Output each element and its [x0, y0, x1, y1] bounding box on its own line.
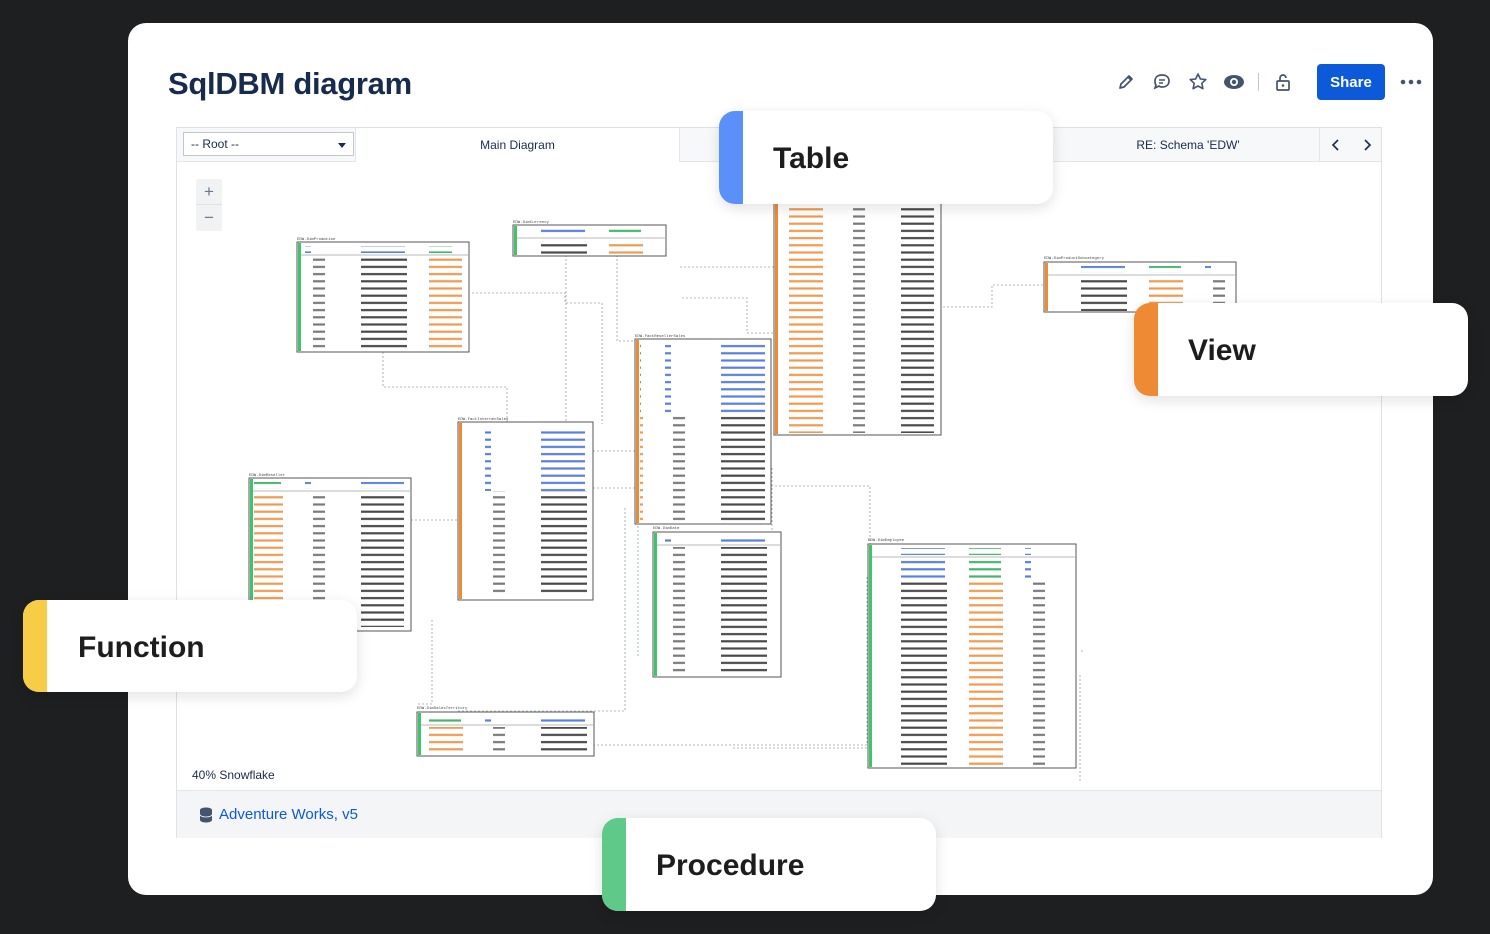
svg-text:EDW.DimProductSubcategory: EDW.DimProductSubcategory [1044, 256, 1105, 261]
callout-view-label: View [1188, 334, 1256, 367]
tab-main-diagram[interactable]: Main Diagram [355, 128, 680, 162]
zoom-level-label: 40% Snowflake [192, 768, 275, 782]
table-factresellersales[interactable]: EDW.FactResellerSales [634, 334, 772, 525]
callout-view-accent [1134, 303, 1158, 396]
table-dimproduct[interactable] [773, 192, 942, 436]
table-dimpromotion[interactable]: EDW.DimPromotion [296, 237, 470, 353]
svg-text:EDW.DimCurrency: EDW.DimCurrency [513, 220, 550, 225]
database-icon [199, 807, 213, 828]
diagram-canvas[interactable]: EDW.DimPromotion EDW.DimCurrency EDW.Dim… [177, 163, 1383, 783]
callout-view: View [1134, 303, 1468, 396]
callout-function: Function [23, 600, 357, 692]
svg-text:EDW.DimReseller: EDW.DimReseller [249, 473, 286, 478]
eye-icon[interactable] [1216, 64, 1252, 100]
callout-table-accent [719, 111, 743, 204]
svg-text:EDW.DimSalesTerritory: EDW.DimSalesTerritory [417, 706, 468, 711]
table-factinternetsales[interactable]: EDW.FactInternetSales [457, 417, 594, 601]
more-icon[interactable] [1393, 64, 1429, 100]
unlock-icon[interactable] [1265, 64, 1301, 100]
comment-icon[interactable] [1144, 64, 1180, 100]
chevron-right-icon[interactable] [1351, 128, 1383, 162]
diagram-embed: -- Root -- Main Diagram RE: Schema 'EDW'… [176, 127, 1382, 838]
svg-text:EDW.DimDate: EDW.DimDate [653, 526, 680, 531]
svg-text:EDW.DimEmployee: EDW.DimEmployee [868, 538, 905, 543]
tab-schema[interactable]: RE: Schema 'EDW' [1057, 128, 1319, 162]
project-link[interactable]: Adventure Works, v5 [219, 806, 358, 823]
table-dimdate[interactable]: EDW.DimDate [652, 526, 782, 678]
table-dimemployee[interactable]: EDW.DimEmployee [867, 538, 1077, 769]
callout-procedure-label: Procedure [656, 849, 805, 882]
callout-procedure: Procedure [602, 818, 936, 911]
svg-text:EDW.FactResellerSales: EDW.FactResellerSales [635, 334, 686, 339]
root-select[interactable]: -- Root -- [183, 132, 354, 156]
page-title: SqlDBM diagram [168, 66, 412, 101]
svg-text:EDW.FactInternetSales: EDW.FactInternetSales [458, 417, 509, 422]
table-dimsalesterritory[interactable]: EDW.DimSalesTerritory [416, 706, 595, 757]
page-toolbar: Share [1108, 64, 1429, 100]
share-button[interactable]: Share [1317, 64, 1385, 100]
callout-table-label: Table [773, 142, 850, 175]
callout-function-label: Function [78, 631, 205, 664]
star-icon[interactable] [1180, 64, 1216, 100]
pencil-icon[interactable] [1108, 64, 1144, 100]
callout-table: Table [719, 111, 1053, 204]
svg-text:EDW.DimPromotion: EDW.DimPromotion [297, 237, 336, 242]
chevron-down-icon [338, 143, 346, 148]
root-select-value: -- Root -- [191, 137, 239, 151]
chevron-left-icon[interactable] [1319, 128, 1351, 162]
callout-function-accent [23, 600, 47, 692]
table-dimcurrency[interactable]: EDW.DimCurrency [512, 220, 667, 257]
callout-procedure-accent [602, 818, 626, 911]
toolbar-divider [1258, 73, 1259, 91]
